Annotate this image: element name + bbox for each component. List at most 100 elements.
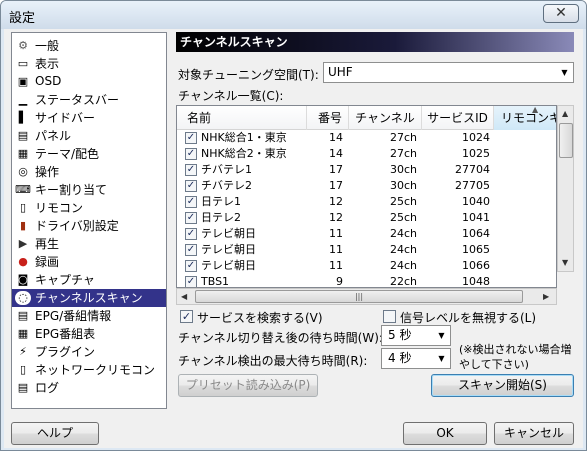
driver-icon: ▮	[19, 219, 27, 232]
ignore-signal-checkbox[interactable]	[383, 310, 396, 323]
cell-channel: 25ch	[389, 195, 417, 208]
row-checkbox[interactable]: ✓	[185, 196, 197, 208]
wait-time-select[interactable]: 5 秒 ▼	[381, 325, 451, 346]
checkmark-icon: ✓	[181, 310, 192, 323]
sidebar-item[interactable]: ⚙ 一般	[12, 36, 166, 54]
row-checkbox[interactable]: ✓	[185, 276, 197, 287]
cell-number: 9	[336, 275, 343, 288]
row-checkbox[interactable]: ✓	[185, 164, 197, 176]
max-wait-note: (※検出されない場合増やして下さい)	[459, 343, 572, 371]
table-row[interactable]: ✓ NHK総合1・東京 14 27ch 1024	[177, 130, 556, 146]
sidebar-item[interactable]: ◙ キャプチャ	[12, 271, 166, 289]
table-row[interactable]: ✓ 日テレ2 12 25ch 1041	[177, 210, 556, 226]
column-header-channel[interactable]: チャンネル	[349, 106, 422, 130]
ok-button[interactable]: OK	[403, 422, 487, 445]
sidebar-item[interactable]: ◎ 操作	[12, 162, 166, 180]
column-header-remote-key[interactable]: リモコンキ	[494, 106, 556, 130]
sidebar-item-label: サイドバー	[35, 110, 96, 125]
sidebar-item-label: 再生	[35, 237, 60, 252]
search-services-label[interactable]: サービスを検索する(V)	[197, 309, 323, 326]
cancel-button[interactable]: キャンセル	[494, 422, 574, 445]
record-icon: ●	[18, 255, 28, 269]
row-checkbox[interactable]: ✓	[185, 260, 197, 272]
ignore-signal-label[interactable]: 信号レベルを無視する(L)	[400, 309, 536, 326]
sidebar-item[interactable]: ⌨ キー割り当て	[12, 180, 166, 198]
sidebar-item[interactable]: ▦ テーマ/配色	[12, 144, 166, 162]
sidebar-item[interactable]: ▤ ログ	[12, 379, 166, 397]
sidebar-item[interactable]: ▯ ネットワークリモコン	[12, 361, 166, 379]
search-services-checkbox[interactable]: ✓	[180, 310, 193, 323]
cell-name: チバテレ2	[201, 179, 252, 192]
sidebar-item-label: キャプチャ	[35, 273, 95, 288]
plugin-icon: ⚡	[19, 345, 27, 359]
cell-channel: 24ch	[389, 243, 417, 256]
scroll-right-icon[interactable]: ▶	[543, 292, 549, 301]
vertical-scrollbar[interactable]: ▲ ▼	[557, 105, 574, 272]
cell-service-id: 1024	[462, 131, 490, 144]
cell-number: 12	[329, 211, 343, 224]
statusbar-icon: ▁	[18, 92, 28, 106]
sidebar-item[interactable]: ◌ チャンネルスキャン	[12, 288, 166, 307]
sidebar-item[interactable]: ▤ EPG/番組情報	[12, 307, 166, 325]
cell-channel: 24ch	[389, 259, 417, 272]
row-checkbox[interactable]: ✓	[185, 228, 197, 240]
table-row[interactable]: ✓ チバテレ1 17 30ch 27704	[177, 162, 556, 178]
sidebar-item[interactable]: ⚡ プラグイン	[12, 343, 166, 361]
row-checkbox[interactable]: ✓	[185, 244, 197, 256]
scroll-up-icon[interactable]: ▲	[562, 109, 568, 118]
cell-service-id: 1041	[462, 211, 490, 224]
channel-list-header: 名前 番号 チャンネル サービスID リモコンキ ▲	[177, 106, 556, 130]
cell-number: 12	[329, 195, 343, 208]
sidebar-item[interactable]: ▭ 表示	[12, 54, 166, 72]
table-row[interactable]: ✓ チバテレ2 17 30ch 27705	[177, 178, 556, 194]
sidebar-item[interactable]: ▦ EPG番組表	[12, 325, 166, 343]
help-button[interactable]: ヘルプ	[11, 422, 99, 445]
load-preset-button[interactable]: プリセット読み込み(P)	[178, 374, 318, 397]
settings-category-list[interactable]: ⚙ 一般 ▭ 表示 ▣ OSD ▁ ステータスバー ▌ サイドバー ▤ パネル ▦ テーマ/配色 ◎ 操作 ⌨ キ…	[11, 32, 167, 409]
sidebar-item[interactable]: ▶ 再生	[12, 235, 166, 253]
max-wait-select[interactable]: 4 秒 ▼	[381, 348, 451, 369]
sidebar-item[interactable]: ▮ ドライバ別設定	[12, 217, 166, 235]
sidebar-item-label: EPG/番組情報	[35, 309, 112, 324]
sidebar-item[interactable]: ▁ ステータスバー	[12, 90, 166, 108]
horizontal-scrollbar[interactable]: ◀ ||| ▶	[176, 288, 557, 305]
close-button[interactable]: ✕	[543, 4, 579, 23]
table-row[interactable]: ✓ テレビ朝日 11 24ch 1066	[177, 258, 556, 274]
table-row[interactable]: ✓ 日テレ1 12 25ch 1040	[177, 194, 556, 210]
table-row[interactable]: ✓ テレビ朝日 11 24ch 1065	[177, 242, 556, 258]
vertical-scroll-thumb[interactable]	[559, 123, 573, 158]
sort-ascending-icon: ▲	[532, 105, 539, 114]
scan-icon: ◌	[15, 290, 31, 305]
row-checkbox[interactable]: ✓	[185, 180, 197, 192]
cell-name: テレビ朝日	[201, 243, 256, 256]
column-header-name[interactable]: 名前	[177, 106, 307, 130]
tuning-space-select[interactable]: UHF ▼	[323, 62, 574, 83]
play-icon: ▶	[18, 237, 28, 251]
sidebar-item[interactable]: ● 録画	[12, 253, 166, 271]
sidebar-item[interactable]: ▌ サイドバー	[12, 108, 166, 126]
sidebar-item-label: テーマ/配色	[35, 146, 100, 161]
cell-number: 14	[329, 147, 343, 160]
row-checkbox[interactable]: ✓	[185, 148, 197, 160]
cell-service-id: 1065	[462, 243, 490, 256]
sidebar-item[interactable]: ▤ パネル	[12, 126, 166, 144]
sidebar-item[interactable]: ▣ OSD	[12, 72, 166, 90]
table-row[interactable]: ✓ テレビ朝日 11 24ch 1064	[177, 226, 556, 242]
row-checkbox[interactable]: ✓	[185, 212, 197, 224]
sidebar-item[interactable]: ▯ リモコン	[12, 198, 166, 216]
cell-number: 11	[329, 227, 343, 240]
column-header-service-id[interactable]: サービスID	[422, 106, 494, 130]
scroll-down-icon[interactable]: ▼	[562, 258, 568, 267]
start-scan-button[interactable]: スキャン開始(S)	[431, 374, 574, 397]
cell-channel: 30ch	[389, 163, 417, 176]
horizontal-scroll-thumb[interactable]: |||	[195, 290, 523, 303]
cell-service-id: 27704	[455, 163, 490, 176]
scroll-left-icon[interactable]: ◀	[181, 292, 187, 301]
table-row[interactable]: ✓ TBS1 9 22ch 1048	[177, 274, 556, 288]
channel-list[interactable]: 名前 番号 チャンネル サービスID リモコンキ ▲ ✓ NHK総合1・東京 14 2…	[176, 105, 557, 288]
column-header-number[interactable]: 番号	[307, 106, 349, 130]
row-checkbox[interactable]: ✓	[185, 132, 197, 144]
cell-number: 14	[329, 131, 343, 144]
sidebar-item-label: ネットワークリモコン	[35, 363, 156, 378]
table-row[interactable]: ✓ NHK総合2・東京 14 27ch 1025	[177, 146, 556, 162]
